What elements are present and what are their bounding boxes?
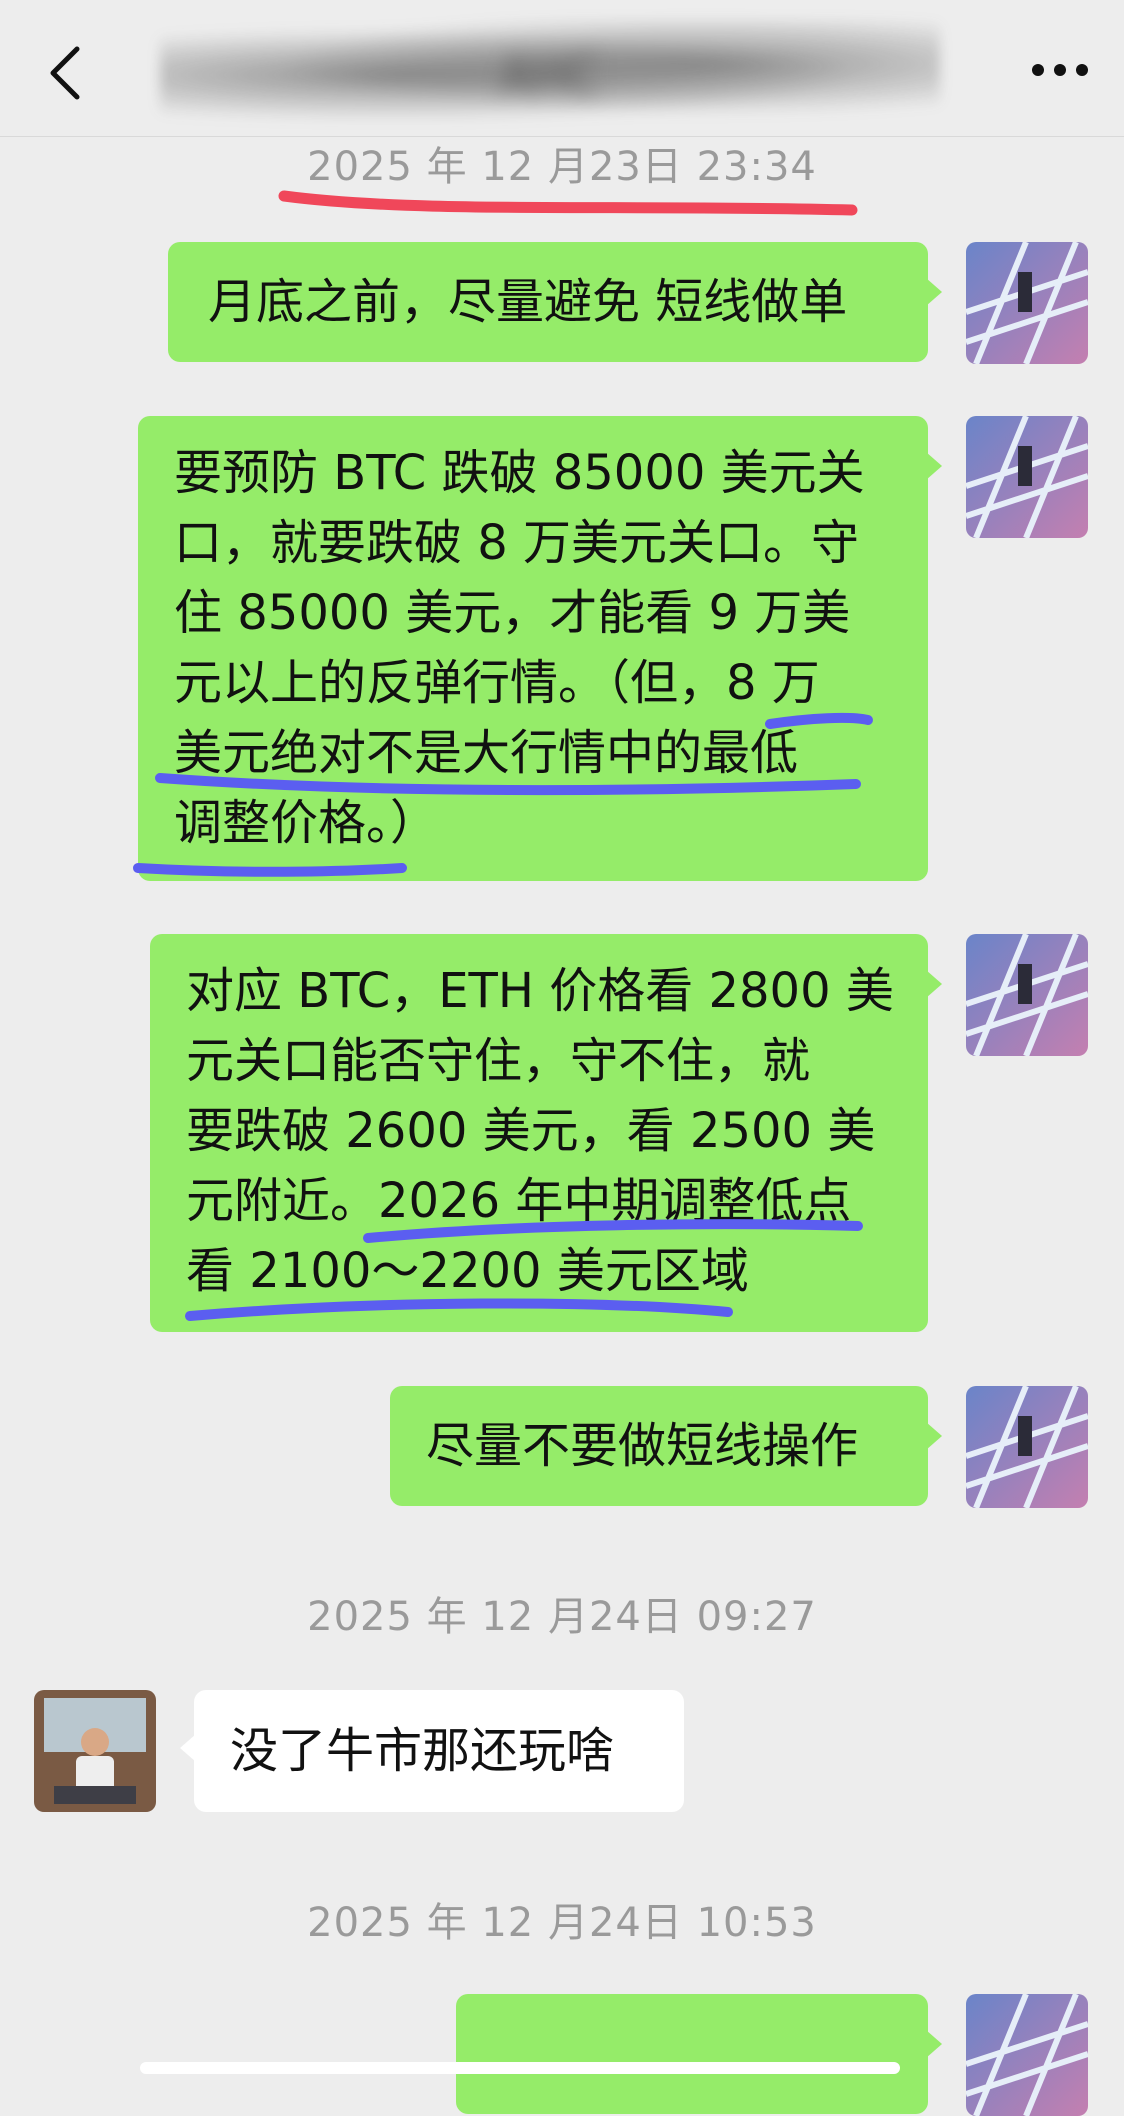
chat-title-text: AHC [500,48,600,102]
message-timestamp: 2025 年 12 月23日 23:34 [307,144,817,190]
chat-header: AHC [0,0,1124,137]
message-text: 月底之前，尽量避免 短线做单 [208,274,848,330]
my-avatar[interactable] [966,1386,1088,1508]
more-button[interactable] [1020,45,1100,95]
my-avatar[interactable] [966,242,1088,364]
sent-message-bubble[interactable]: 尽量不要做短线操作 [390,1386,942,1506]
avatar-image [966,416,1088,538]
avatar-image [966,1386,1088,1508]
message-text: 要跌破 2600 美元，看 2500 美 [186,1103,876,1159]
message-text: 没了牛市那还玩啥 [230,1723,615,1779]
chat-title: AHC [160,20,940,130]
message-text: 对应 BTC，ETH 价格看 2800 美 [186,963,894,1019]
message-text: 调整价格。） [174,795,439,851]
avatar-image [34,1690,156,1812]
red-underline [278,190,858,216]
more-dots-icon [1032,64,1088,76]
message-text: 元附近。2026 年中期调整低点 [186,1173,852,1229]
message-timestamp: 2025 年 12 月24日 10:53 [307,1900,817,1946]
avatar-image [966,934,1088,1056]
message-text: 元关口能否守住，守不住，就 [186,1033,811,1089]
message-text: 住 85000 美元，才能看 9 万美 [174,585,851,641]
message-text: 看 2100～2200 美元区域 [186,1243,749,1299]
my-avatar[interactable] [966,416,1088,538]
message-text: 口，就要跌破 8 万美元关口。守 [174,515,860,571]
contact-avatar[interactable] [34,1690,156,1812]
bottom-input-edge [140,2062,900,2074]
sent-message-bubble[interactable]: 对应 BTC，ETH 价格看 2800 美 元关口能否守住，守不住，就 要跌破 … [150,934,942,1332]
sent-message-bubble[interactable]: 要预防 BTC 跌破 85000 美元关 口，就要跌破 8 万美元关口。守 住 … [138,416,942,881]
received-message-bubble[interactable]: 没了牛市那还玩啥 [180,1690,684,1812]
back-button[interactable] [40,38,90,108]
chevron-left-icon [50,46,80,100]
message-text: 要预防 BTC 跌破 85000 美元关 [174,445,865,501]
sent-message-bubble[interactable] [456,1994,942,2114]
avatar-image [966,242,1088,364]
my-avatar[interactable] [966,934,1088,1056]
message-text: 尽量不要做短线操作 [426,1418,859,1474]
sent-message-bubble[interactable]: 月底之前，尽量避免 短线做单 [168,242,942,362]
avatar-image [966,1994,1088,2116]
my-avatar[interactable] [966,1994,1088,2116]
message-text: 美元绝对不是大行情中的最低 [174,725,799,781]
message-text: 元以上的反弹行情。（但，8 万 [174,655,820,711]
message-timestamp: 2025 年 12 月24日 09:27 [307,1594,817,1640]
